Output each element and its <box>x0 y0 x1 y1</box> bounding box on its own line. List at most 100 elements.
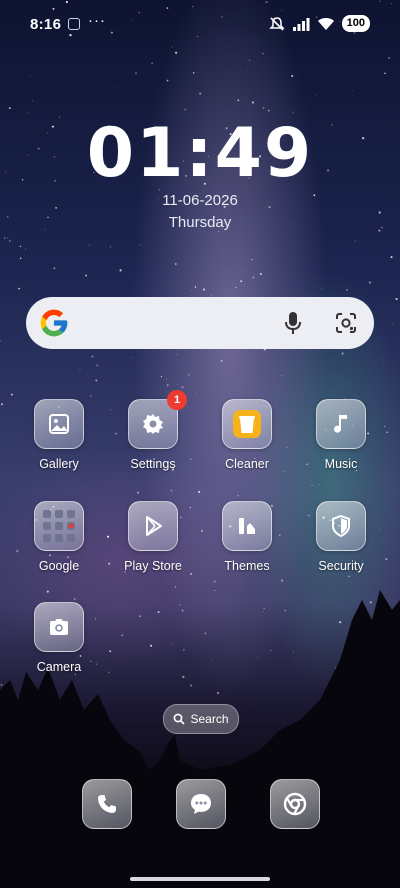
star <box>19 245 22 247</box>
gear-icon: 1 <box>128 390 187 449</box>
app-label: Google <box>38 559 80 573</box>
app-label: Music <box>324 457 358 471</box>
star <box>176 384 178 385</box>
app-cleaner[interactable]: Cleaner <box>200 399 294 471</box>
star <box>73 598 76 600</box>
star <box>3 237 6 240</box>
star <box>262 106 265 109</box>
search-icon <box>174 713 186 725</box>
dock-chrome[interactable] <box>270 779 320 829</box>
chrome-icon <box>283 792 307 816</box>
search-pill-label: Search <box>190 712 229 726</box>
wifi-icon <box>317 17 334 30</box>
star <box>7 237 9 239</box>
star <box>320 288 322 289</box>
lens-icon[interactable] <box>335 312 357 334</box>
home-gesture-bar[interactable] <box>130 877 270 881</box>
star <box>53 267 56 270</box>
star <box>318 484 319 486</box>
gallery-icon <box>34 399 84 449</box>
star <box>248 59 251 62</box>
star <box>135 72 137 75</box>
star <box>251 101 255 104</box>
star <box>237 99 240 102</box>
clock-date: 11-06-2026 <box>162 192 238 209</box>
star <box>339 621 342 624</box>
star <box>1 403 3 406</box>
app-gallery[interactable]: Gallery <box>12 399 106 471</box>
star <box>179 604 181 606</box>
star <box>89 395 92 397</box>
app-camera[interactable]: Camera <box>12 602 106 674</box>
search-pill[interactable]: Search <box>163 704 239 734</box>
dock-phone[interactable] <box>82 779 132 829</box>
star <box>174 586 177 588</box>
star <box>10 393 13 396</box>
mic-icon[interactable] <box>283 311 303 335</box>
dock-messages[interactable] <box>176 779 226 829</box>
notification-icon <box>68 18 80 30</box>
app-label: Cleaner <box>225 457 269 471</box>
signal-icon <box>292 17 310 31</box>
star <box>96 364 98 367</box>
app-label: Security <box>318 559 364 573</box>
star <box>330 688 333 691</box>
star <box>354 240 356 242</box>
star <box>268 109 270 112</box>
star <box>243 268 245 270</box>
app-themes[interactable]: Themes <box>200 501 294 573</box>
camera-icon <box>34 602 84 652</box>
star <box>217 692 219 694</box>
star <box>109 650 112 653</box>
star <box>281 374 283 376</box>
clock-time[interactable]: 01:49 <box>0 114 400 193</box>
star <box>121 634 124 637</box>
shield-icon <box>316 501 366 551</box>
star <box>384 72 386 75</box>
star <box>157 611 160 614</box>
star <box>0 340 1 342</box>
star <box>175 263 177 265</box>
star <box>150 644 153 647</box>
star <box>262 52 264 55</box>
star <box>139 615 141 618</box>
star <box>214 590 216 592</box>
star <box>171 644 173 645</box>
app-play-store[interactable]: Play Store <box>106 501 200 573</box>
star <box>315 95 317 97</box>
star <box>210 659 212 661</box>
app-label: Play Store <box>124 559 182 573</box>
folder-icon <box>34 501 84 551</box>
star <box>237 494 240 497</box>
clock-day: Thursday <box>168 214 232 231</box>
star <box>194 286 197 288</box>
status-bar: 8:16 ··· 100 <box>0 0 400 48</box>
star <box>348 575 350 578</box>
google-search-bar[interactable] <box>26 297 374 349</box>
app-settings[interactable]: 1 Settings <box>106 390 200 471</box>
star <box>220 359 223 362</box>
star <box>270 650 272 652</box>
star <box>0 684 3 686</box>
star <box>166 384 169 387</box>
star <box>390 688 392 690</box>
star <box>30 76 31 78</box>
app-google-folder[interactable]: Google <box>12 501 106 573</box>
star <box>262 611 264 613</box>
star <box>204 632 207 635</box>
messages-icon <box>191 794 211 814</box>
app-label: Camera <box>36 660 82 674</box>
play-store-icon <box>128 501 178 551</box>
star <box>235 287 237 289</box>
app-music[interactable]: Music <box>294 399 388 471</box>
more-notifications: ··· <box>88 12 106 29</box>
star <box>117 698 119 700</box>
star <box>263 608 265 610</box>
star <box>247 69 249 70</box>
star <box>19 257 22 260</box>
star <box>9 240 11 242</box>
star <box>335 667 337 669</box>
star <box>183 648 185 651</box>
star <box>32 100 34 102</box>
app-security[interactable]: Security <box>294 501 388 573</box>
